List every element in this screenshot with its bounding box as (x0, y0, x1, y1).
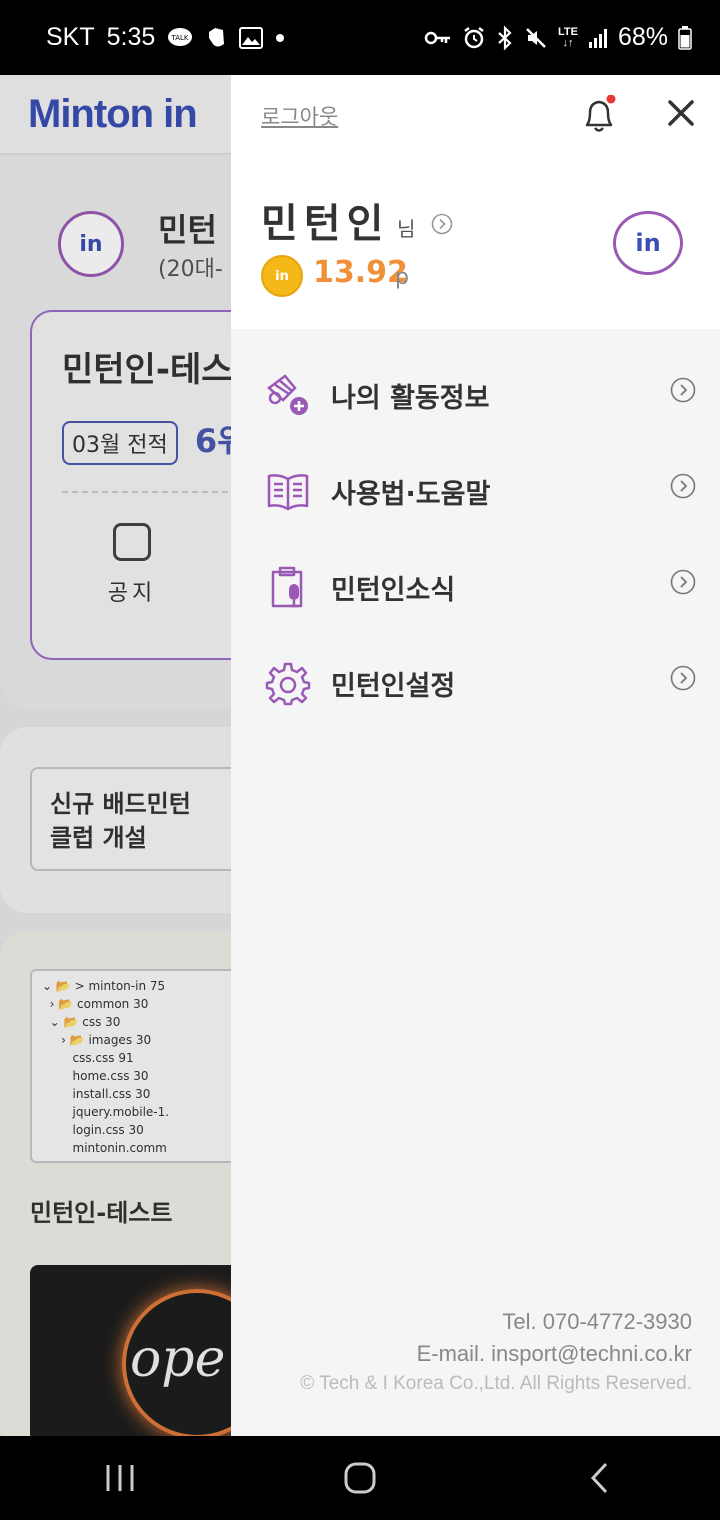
menu-label: 나의 활동정보 (331, 382, 490, 414)
menu-item-activity[interactable]: 나의 활동정보 (231, 347, 720, 443)
chevron-right-icon (670, 377, 696, 403)
mute-icon (524, 26, 548, 50)
alarm-icon (462, 26, 486, 50)
notification-dot-icon (606, 94, 616, 104)
user-name: 민턴인 (261, 201, 390, 247)
bell-icon[interactable] (581, 94, 617, 135)
signal-icon (588, 28, 608, 48)
footer-tel: Tel. 070-4772-3930 (502, 1309, 692, 1334)
points-unit: p (395, 265, 409, 290)
talk-icon: TALK (167, 27, 193, 49)
chevron-right-icon (670, 665, 696, 691)
image-icon (239, 26, 264, 49)
lte-icon: LTE ↓↑ (557, 25, 578, 49)
drawer-header: 로그아웃 민턴인 님 in 13.92 p in (231, 75, 720, 329)
book-icon (265, 468, 311, 514)
menu-item-settings[interactable]: 민턴인설정 (231, 635, 720, 731)
points-value: 13.92 (313, 255, 408, 290)
menu-label: 민턴인소식 (331, 574, 456, 606)
home-icon[interactable] (330, 1448, 390, 1508)
recent-apps-icon[interactable] (90, 1448, 150, 1508)
key-icon (424, 30, 452, 46)
carrier-label: SKT (46, 23, 95, 51)
drawer-menu: 나의 활동정보 사용법·도움말 민턴인소식 민턴인설정 (231, 347, 720, 731)
gear-icon (265, 660, 311, 706)
drawer-footer: Tel. 070-4772-3930 E-mail. insport@techn… (300, 1309, 692, 1395)
menu-label: 민턴인설정 (331, 670, 456, 702)
clipboard-mic-icon (265, 564, 311, 610)
menu-item-help[interactable]: 사용법·도움말 (231, 443, 720, 539)
footer-email: E-mail. insport@techni.co.kr (416, 1341, 692, 1366)
battery-icon (678, 25, 692, 50)
svg-text:TALK: TALK (171, 34, 189, 42)
close-icon[interactable] (665, 97, 697, 129)
app-logo-badge: in (613, 211, 683, 275)
menu-label: 사용법·도움말 (331, 478, 491, 510)
bluetooth-icon (496, 25, 514, 50)
dot-icon (275, 33, 285, 43)
user-suffix: 님 (397, 217, 416, 241)
logout-link[interactable]: 로그아웃 (261, 101, 338, 131)
menu-item-news[interactable]: 민턴인소식 (231, 539, 720, 635)
footer-copyright: © Tech & I Korea Co.,Ltd. All Rights Res… (300, 1373, 692, 1394)
chevron-right-icon (670, 569, 696, 595)
clock: 5:35 (106, 23, 156, 51)
chevron-right-icon (670, 473, 696, 499)
back-icon[interactable] (570, 1448, 630, 1508)
evernote-icon (205, 26, 227, 50)
system-nav-bar (0, 1436, 720, 1520)
point-coin-icon: in (261, 255, 303, 297)
status-bar: SKT 5:35 TALK LTE ↓↑ 68% (0, 0, 720, 75)
shuttlecock-plus-icon (265, 372, 311, 418)
battery-percent: 68% (617, 23, 668, 51)
side-drawer: 로그아웃 민턴인 님 in 13.92 p in 나의 활동정보 사용법·도움말… (231, 75, 720, 1436)
chevron-right-icon[interactable] (431, 213, 453, 235)
